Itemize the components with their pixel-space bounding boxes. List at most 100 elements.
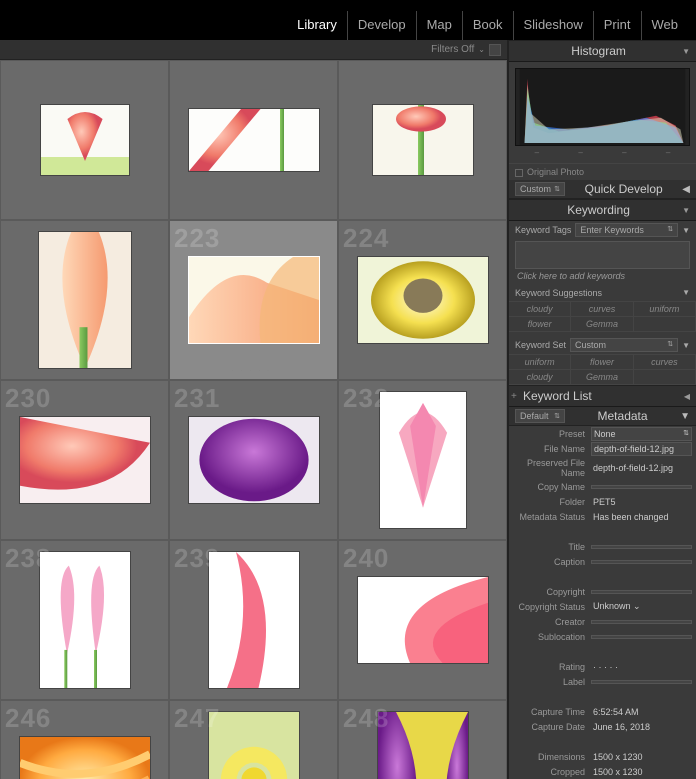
nav-book[interactable]: Book — [463, 11, 514, 40]
grid-cell[interactable] — [169, 60, 338, 220]
metadata-value[interactable] — [591, 620, 692, 624]
chevron-down-icon: ▼ — [682, 206, 690, 215]
metadata-row — [509, 644, 696, 659]
metadata-value[interactable]: depth-of-field-12.jpg — [591, 442, 692, 456]
keyword-chip[interactable]: uniform — [509, 355, 571, 370]
plus-icon[interactable]: + — [511, 391, 517, 402]
keyword-chip[interactable] — [634, 317, 696, 332]
checkbox-icon[interactable] — [515, 169, 523, 177]
metadata-row: Title — [509, 539, 696, 554]
keywording-header[interactable]: Keywording▼ — [509, 199, 696, 221]
grid-cell[interactable]: 240 — [338, 540, 507, 700]
quickdev-preset-select[interactable]: Custom⇅ — [515, 182, 565, 196]
metadata-label: Copyright — [509, 587, 591, 597]
grid-cell[interactable]: 239 — [169, 540, 338, 700]
metadata-row: Copyright — [509, 584, 696, 599]
chevron-updown-icon: ⇅ — [667, 340, 673, 350]
cell-index: 246 — [5, 703, 51, 734]
keyword-chip[interactable]: uniform — [634, 302, 696, 317]
metadata-row: Dimensions1500 x 1230 — [509, 749, 696, 764]
grid-cell[interactable] — [0, 220, 169, 380]
keyword-chip[interactable] — [634, 370, 696, 385]
keyword-list-header[interactable]: + Keyword List◀ — [509, 385, 696, 407]
keyword-chip[interactable]: cloudy — [509, 302, 571, 317]
metadata-value[interactable] — [591, 635, 692, 639]
keyword-suggestions-header[interactable]: Keyword Suggestions▼ — [509, 285, 696, 301]
metadata-row: FolderPET5 — [509, 494, 696, 509]
metadata-value: June 16, 2018 — [591, 721, 692, 733]
quick-develop-header[interactable]: Custom⇅ Quick Develop ◀ — [509, 180, 696, 199]
metadata-row: Copy Name — [509, 479, 696, 494]
metadata-fields: File Namedepth-of-field-12.jpgPreserved … — [509, 441, 696, 779]
keyword-set-label: Keyword Set — [515, 340, 566, 350]
metadata-row: Sublocation — [509, 629, 696, 644]
keyword-chip[interactable]: curves — [571, 302, 633, 317]
metadata-label: File Name — [509, 444, 591, 454]
chevron-down-icon: ▼ — [682, 288, 690, 298]
grid-cell[interactable]: 248 — [338, 700, 507, 779]
metadata-value[interactable] — [591, 680, 692, 684]
metadata-value: 6:52:54 AM — [591, 706, 692, 718]
keyword-chip[interactable]: flower — [509, 317, 571, 332]
chevron-down-icon[interactable]: ▼ — [682, 226, 690, 235]
cell-index: 231 — [174, 383, 220, 414]
chevron-down-icon[interactable]: ▼ — [682, 341, 690, 350]
keyword-chip[interactable]: Gemma — [571, 317, 633, 332]
metadata-label: Capture Date — [509, 722, 591, 732]
keyword-chip[interactable]: Gemma — [571, 370, 633, 385]
nav-develop[interactable]: Develop — [348, 11, 417, 40]
keyword-chip[interactable]: cloudy — [509, 370, 571, 385]
metadata-value[interactable] — [591, 485, 692, 489]
grid-cell[interactable]: 238 — [0, 540, 169, 700]
grid-cell[interactable]: 230 — [0, 380, 169, 540]
grid-cell[interactable]: 247 — [169, 700, 338, 779]
grid-cell[interactable]: 246 — [0, 700, 169, 779]
keyword-set-select[interactable]: Custom⇅ — [570, 338, 678, 352]
histogram-chart — [515, 68, 690, 146]
metadata-preset-select[interactable]: None⇅ — [591, 427, 692, 441]
rating-dots[interactable]: · · · · · — [231, 366, 271, 375]
grid-cell[interactable]: 224 — [338, 220, 507, 380]
nav-map[interactable]: Map — [417, 11, 463, 40]
grid-area: Filters Off ⌄ 223· · · · ·22423023123223… — [0, 40, 508, 779]
nav-library[interactable]: Library — [287, 11, 348, 40]
metadata-value[interactable] — [591, 560, 692, 564]
original-photo-row[interactable]: Original Photo — [509, 163, 696, 180]
grid-cell[interactable]: 223 · · · · · — [169, 220, 338, 380]
metadata-row — [509, 734, 696, 749]
right-panel: Histogram▼ –––– Original Photo Custom⇅ Q… — [508, 40, 696, 779]
filter-dropdown-icon[interactable]: ⌄ — [478, 45, 485, 54]
keyword-tags-mode-select[interactable]: Enter Keywords⇅ — [575, 223, 678, 237]
metadata-row: Capture DateJune 16, 2018 — [509, 719, 696, 734]
grid-cell[interactable]: 232 — [338, 380, 507, 540]
metadata-row: Creator — [509, 614, 696, 629]
keyword-chip[interactable]: curves — [634, 355, 696, 370]
lock-icon[interactable] — [489, 44, 501, 56]
metadata-value: PET5 — [591, 496, 692, 508]
metadata-label: Rating — [509, 662, 591, 672]
keyword-chip[interactable]: flower — [571, 355, 633, 370]
metadata-value: Has been changed — [591, 511, 692, 523]
metadata-mode-select[interactable]: Default⇅ — [515, 409, 565, 423]
metadata-value[interactable] — [591, 545, 692, 549]
metadata-label: Title — [509, 542, 591, 552]
metadata-preset-label: Preset — [509, 429, 591, 439]
grid-cell[interactable] — [338, 60, 507, 220]
metadata-value[interactable] — [591, 590, 692, 594]
keyword-textarea[interactable] — [515, 241, 690, 269]
metadata-label: Capture Time — [509, 707, 591, 717]
filter-bar[interactable]: Filters Off ⌄ — [0, 40, 507, 60]
nav-slideshow[interactable]: Slideshow — [514, 11, 594, 40]
metadata-row: Copyright StatusUnknown ⌄ — [509, 599, 696, 614]
top-bar: LibraryDevelopMapBookSlideshowPrintWeb — [0, 0, 696, 40]
cell-index: 223 — [174, 223, 220, 254]
nav-web[interactable]: Web — [642, 11, 689, 40]
grid-cell[interactable] — [0, 60, 169, 220]
nav-print[interactable]: Print — [594, 11, 642, 40]
metadata-row — [509, 689, 696, 704]
keyword-hint[interactable]: Click here to add keywords — [509, 269, 696, 285]
grid-cell[interactable]: 231 — [169, 380, 338, 540]
metadata-header[interactable]: Default⇅ Metadata ▼ — [509, 407, 696, 426]
chevron-updown-icon: ⇅ — [683, 429, 689, 439]
histogram-header[interactable]: Histogram▼ — [509, 40, 696, 62]
